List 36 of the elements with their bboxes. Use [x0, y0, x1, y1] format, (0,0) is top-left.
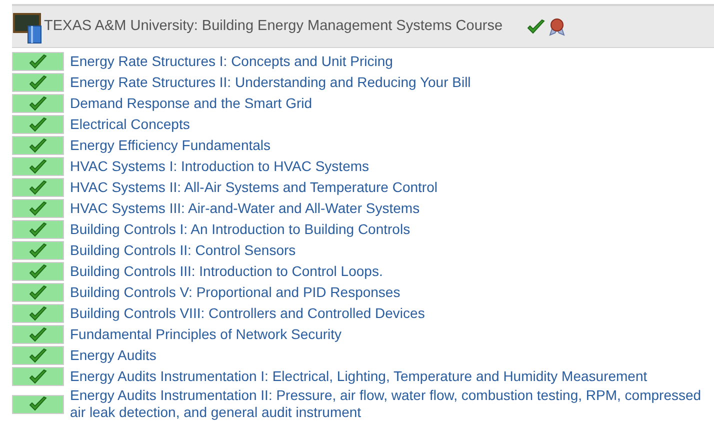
module-link[interactable]: Building Controls I: An Introduction to Building Controls	[70, 221, 410, 238]
module-link[interactable]: Demand Response and the Smart Grid	[70, 95, 312, 112]
module-link[interactable]: Energy Rate Structures I: Concepts and Unit Pricing	[70, 53, 393, 70]
module-link[interactable]: HVAC Systems III: Air-and-Water and All-Water Systems	[70, 200, 420, 217]
check-icon	[29, 306, 47, 322]
check-icon	[29, 242, 47, 258]
check-icon	[29, 284, 47, 300]
module-link[interactable]: Energy Audits Instrumentation II: Pressure, air flow, water flow, combustion testing, RPM, compressed air leak detection, and general audit instrument	[70, 387, 714, 421]
module-link[interactable]: Energy Efficiency Fundamentals	[70, 137, 271, 154]
module-link[interactable]: Energy Rate Structures II: Understanding and Reducing Your Bill	[70, 74, 471, 91]
check-icon	[29, 348, 47, 364]
check-icon	[29, 326, 47, 342]
check-icon	[29, 264, 47, 280]
module-link[interactable]: Building Controls V: Proportional and PID Responses	[70, 284, 400, 301]
check-icon	[29, 222, 47, 238]
module-link[interactable]: Electrical Concepts	[70, 116, 190, 133]
check-icon	[29, 200, 47, 216]
check-icon	[29, 138, 47, 154]
check-icon	[29, 158, 47, 174]
check-icon	[29, 116, 47, 132]
module-link[interactable]: Building Controls II: Control Sensors	[70, 242, 296, 259]
course-title: TEXAS A&M University: Building Energy Management Systems Course	[44, 16, 503, 36]
module-link[interactable]: Building Controls VIII: Controllers and Controlled Devices	[70, 305, 425, 322]
check-icon	[29, 96, 47, 112]
module-link[interactable]: Energy Audits Instrumentation I: Electrical, Lighting, Temperature and Humidity Measurement	[70, 368, 648, 385]
module-link[interactable]: Energy Audits	[70, 347, 156, 364]
check-icon	[29, 368, 47, 384]
module-link[interactable]: HVAC Systems II: All-Air Systems and Temperature Control	[70, 179, 438, 196]
module-link[interactable]: Building Controls III: Introduction to Control Loops.	[70, 263, 383, 280]
check-icon	[29, 74, 47, 90]
check-icon	[29, 396, 47, 412]
check-icon	[29, 180, 47, 196]
module-link[interactable]: Fundamental Principles of Network Security	[70, 326, 342, 343]
certificate-icon	[548, 18, 565, 36]
check-icon	[29, 54, 47, 70]
module-link[interactable]: HVAC Systems I: Introduction to HVAC Systems	[70, 158, 370, 175]
